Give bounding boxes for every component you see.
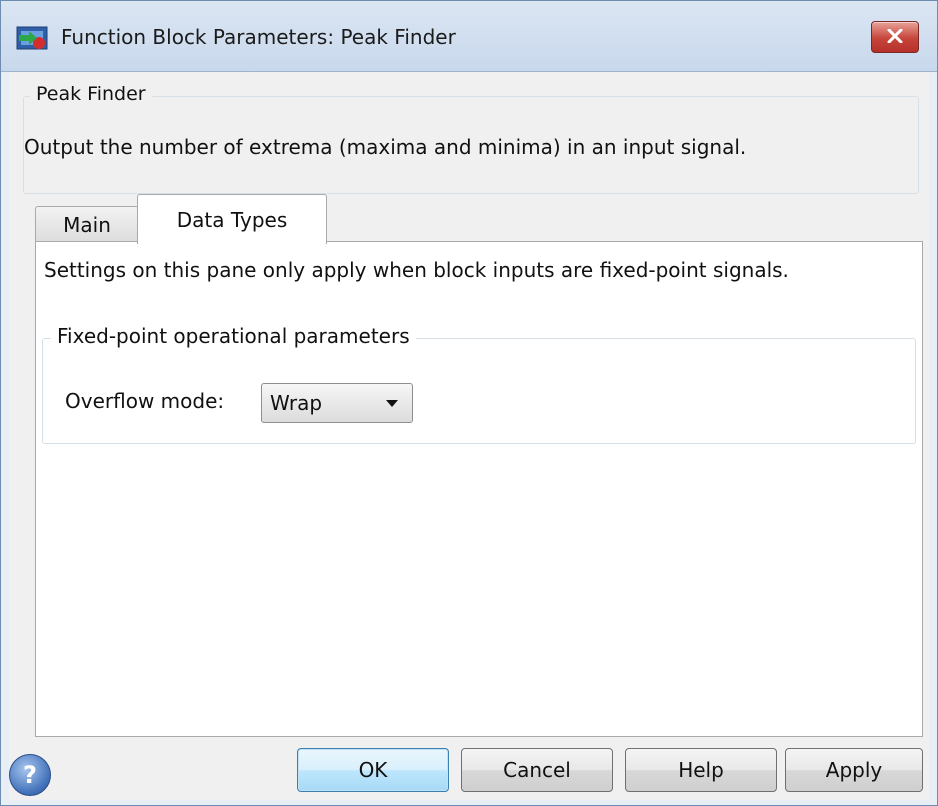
ok-button-label: OK: [358, 758, 388, 782]
simulink-block-icon: [15, 23, 51, 53]
window-title: Function Block Parameters: Peak Finder: [61, 25, 456, 49]
help-question-icon[interactable]: ?: [9, 754, 51, 796]
dialog-window: Function Block Parameters: Peak Finder P…: [0, 0, 938, 806]
overflow-mode-label: Overflow mode:: [65, 389, 225, 413]
dialog-client-area: Peak Finder Output the number of extrema…: [9, 72, 929, 800]
close-button[interactable]: [871, 21, 919, 53]
apply-button[interactable]: Apply: [785, 748, 923, 792]
fixed-point-group-title: Fixed-point operational parameters: [51, 324, 416, 348]
tab-data-types-label: Data Types: [176, 207, 288, 232]
cancel-button[interactable]: Cancel: [461, 748, 613, 792]
block-description: Output the number of extrema (maxima and…: [24, 135, 747, 159]
pane-note: Settings on this pane only apply when bl…: [44, 258, 789, 282]
fixed-point-group: Fixed-point operational parameters Overf…: [42, 324, 916, 444]
apply-button-label: Apply: [825, 758, 883, 782]
data-types-pane: Settings on this pane only apply when bl…: [35, 241, 923, 737]
tab-main[interactable]: Main: [35, 206, 139, 242]
tab-data-types[interactable]: Data Types: [137, 194, 327, 244]
overflow-mode-select[interactable]: Wrap: [261, 383, 413, 423]
chevron-down-icon: [386, 400, 398, 407]
description-group: Peak Finder Output the number of extrema…: [23, 83, 919, 194]
cancel-button-label: Cancel: [503, 758, 571, 782]
help-button[interactable]: Help: [625, 748, 777, 792]
ok-button[interactable]: OK: [297, 748, 449, 792]
help-button-label: Help: [678, 758, 724, 782]
close-icon: [887, 28, 903, 47]
title-bar[interactable]: Function Block Parameters: Peak Finder: [1, 1, 937, 72]
description-group-title: Peak Finder: [30, 83, 152, 105]
tab-main-label: Main: [63, 212, 111, 237]
overflow-mode-value: Wrap: [270, 391, 323, 415]
